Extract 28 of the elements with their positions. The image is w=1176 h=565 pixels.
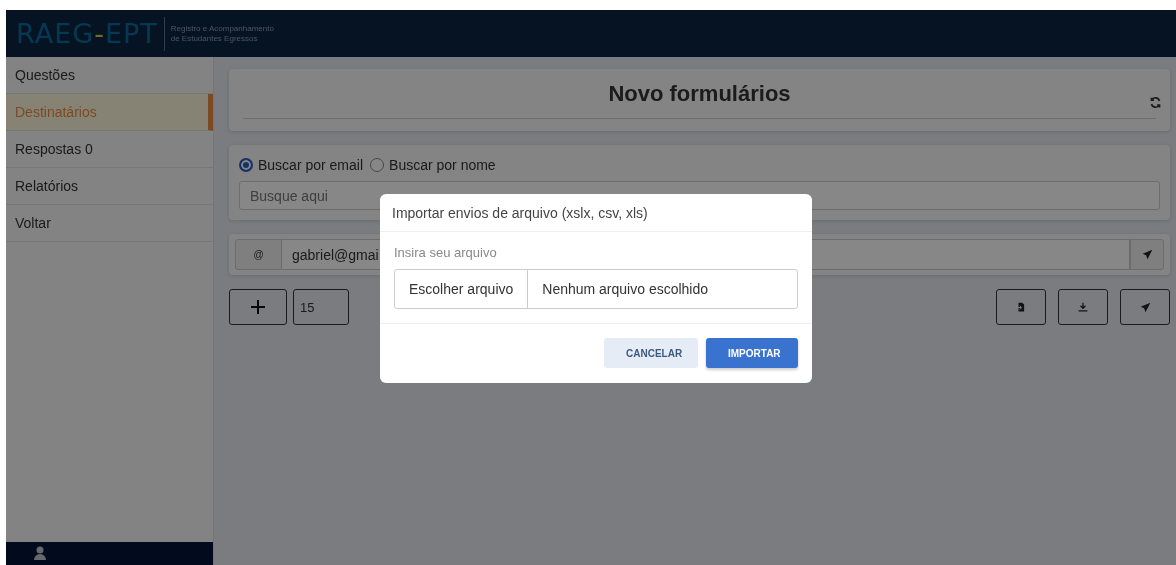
radio-label[interactable]: Buscar por email xyxy=(258,157,364,173)
radio-button[interactable] xyxy=(239,158,253,172)
send-button[interactable] xyxy=(1130,239,1164,270)
cancel-button[interactable]: CANCELAR xyxy=(604,338,698,368)
send-icon xyxy=(1141,249,1153,260)
file-input[interactable]: Escolher arquivo Nenhum arquivo escolhido xyxy=(394,269,798,309)
import-button[interactable]: IMPORTAR xyxy=(706,338,798,368)
nav-item[interactable]: Voltar xyxy=(6,205,213,242)
nav-item[interactable]: Respostas 0 xyxy=(6,131,213,168)
send-icon xyxy=(1139,301,1151,313)
file-import-icon xyxy=(1016,302,1026,312)
form-title: Novo formulários xyxy=(608,80,791,107)
logo-dash: - xyxy=(94,17,105,49)
refresh-icon[interactable] xyxy=(1149,96,1162,109)
import-button[interactable] xyxy=(996,289,1046,325)
download-icon xyxy=(1078,302,1088,312)
user-icon[interactable] xyxy=(33,546,47,560)
at-addon: @ xyxy=(235,239,282,270)
plus-icon xyxy=(250,299,266,315)
count-field[interactable]: 15 xyxy=(293,289,349,325)
radio-label[interactable]: Buscar por nome xyxy=(389,157,496,173)
dialog-title: Importar envios de arquivo (xslx, csv, xls) xyxy=(392,204,648,221)
download-button[interactable] xyxy=(1058,289,1108,325)
file-label: Insira seu arquivo xyxy=(394,245,498,260)
radio-button[interactable] xyxy=(370,158,385,172)
send-all-button[interactable] xyxy=(1120,289,1170,325)
nav-item[interactable]: Relatórios xyxy=(6,168,213,205)
add-button[interactable] xyxy=(229,289,287,325)
